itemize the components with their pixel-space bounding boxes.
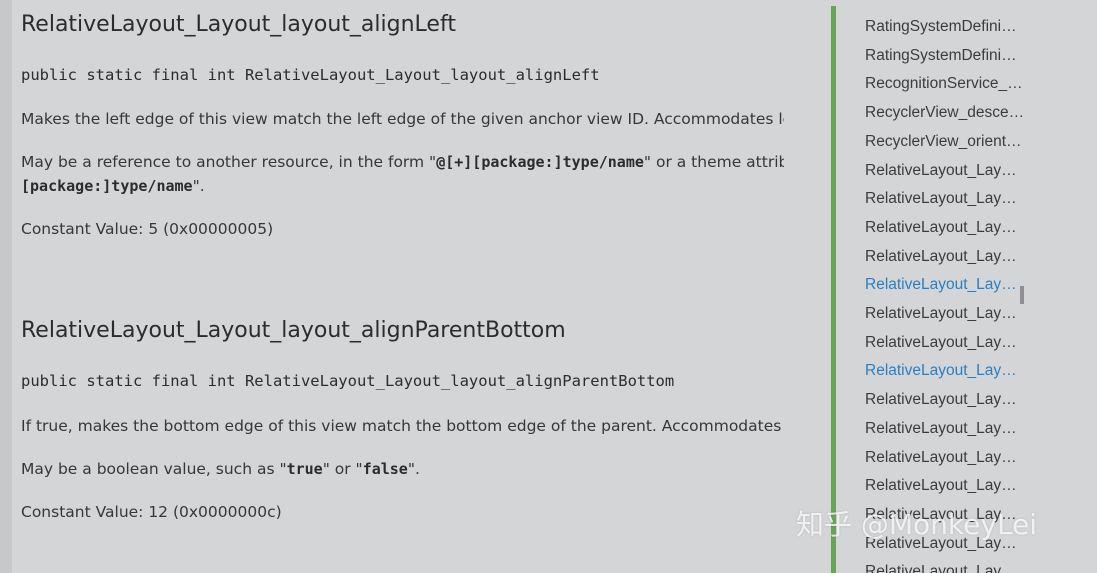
content-gutter — [784, 0, 831, 573]
signature-align-parent-bottom: public static final int RelativeLayout_L… — [21, 372, 675, 390]
toc-item[interactable]: RelativeLayout_Lay… — [865, 304, 1025, 324]
toc-item[interactable]: RelativeLayout_Lay… — [865, 275, 1025, 295]
toc-item[interactable]: RatingSystemDefini… — [865, 46, 1025, 66]
toc-item[interactable]: RelativeLayout_Lay… — [865, 448, 1025, 468]
watermark: 知乎 @MonkeyLei — [796, 508, 1038, 541]
toc-item[interactable]: RelativeLayout_Lay… — [865, 189, 1025, 209]
constant-value-align-left: Constant Value: 5 (0x00000005) — [21, 220, 274, 238]
signature-align-left: public static final int RelativeLayout_L… — [21, 66, 600, 84]
reference-suffix-2: ". — [192, 177, 205, 195]
toc-item[interactable]: RelativeLayout_Lay… — [865, 476, 1025, 496]
bool-true-code: true — [286, 460, 323, 478]
reference-suffix: " or a theme attribute in the form " — [643, 153, 784, 171]
reference-code-2: [package:]type/name — [21, 177, 193, 195]
toc-item[interactable]: RelativeLayout_Lay… — [865, 361, 1025, 381]
toc-item[interactable]: RecognitionService_… — [865, 74, 1025, 94]
section-title-align-parent-bottom: RelativeLayout_Layout_layout_alignParent… — [21, 318, 566, 343]
bool-suffix: ". — [407, 460, 420, 478]
bool-false-code: false — [362, 460, 408, 478]
main-content: RelativeLayout_Layout_layout_alignLeft p… — [12, 0, 784, 573]
toc-item[interactable]: RecyclerView_desce… — [865, 103, 1025, 123]
constant-value-align-parent-bottom: Constant Value: 12 (0x0000000c) — [21, 503, 282, 521]
reference-prefix: May be a reference to another resource, … — [21, 153, 437, 171]
reference-note-align-left: May be a reference to another resource, … — [21, 150, 784, 174]
toc-item[interactable]: RelativeLayout_Lay… — [865, 161, 1025, 181]
toc-item[interactable]: RelativeLayout_Lay… — [865, 419, 1025, 439]
toc-item[interactable]: RelativeLayout_Lay… — [865, 562, 1025, 573]
toc-item[interactable]: RelativeLayout_Lay… — [865, 390, 1025, 410]
toc-scrollbar-thumb[interactable] — [1020, 286, 1024, 304]
left-edge-strip — [0, 0, 12, 573]
toc-item[interactable]: RelativeLayout_Lay… — [865, 247, 1025, 267]
table-of-contents[interactable]: RatingSystemDefini… RatingSystemDefini… Re… — [836, 0, 1097, 573]
section-title-align-left: RelativeLayout_Layout_layout_alignLeft — [21, 12, 456, 37]
reference-note-line2: [package:]type/name". — [21, 174, 205, 198]
toc-item[interactable]: RelativeLayout_Lay… — [865, 218, 1025, 238]
toc-item[interactable]: RatingSystemDefini… — [865, 17, 1025, 37]
description-align-parent-bottom: If true, makes the bottom edge of this v… — [21, 417, 784, 435]
toc-item[interactable]: RelativeLayout_Lay… — [865, 333, 1025, 353]
bool-mid: " or " — [322, 460, 363, 478]
boolean-note: May be a boolean value, such as "true" o… — [21, 457, 420, 481]
reference-code: @[+][package:]type/name — [436, 153, 644, 171]
toc-item[interactable]: RecyclerView_orient… — [865, 132, 1025, 152]
bool-prefix: May be a boolean value, such as " — [21, 460, 287, 478]
description-align-left: Makes the left edge of this view match t… — [21, 110, 784, 128]
